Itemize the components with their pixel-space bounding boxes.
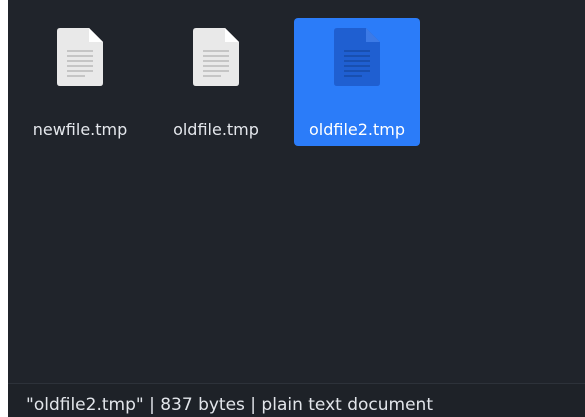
file-item-oldfile[interactable]: oldfile.tmp bbox=[158, 18, 274, 146]
file-name-label: oldfile2.tmp bbox=[308, 120, 406, 139]
status-bar: "oldfile2.tmp" | 837 bytes | plain text … bbox=[8, 383, 585, 417]
text-document-icon bbox=[193, 28, 239, 86]
text-document-icon bbox=[57, 28, 103, 86]
text-document-icon bbox=[334, 28, 380, 86]
status-text: "oldfile2.tmp" | 837 bytes | plain text … bbox=[26, 395, 433, 415]
file-name-label: newfile.tmp bbox=[32, 120, 128, 139]
file-manager-window: newfile.tmp oldfile.tmp oldfile2.tmp "ol… bbox=[8, 0, 585, 417]
file-item-newfile[interactable]: newfile.tmp bbox=[22, 18, 138, 146]
file-name-label: oldfile.tmp bbox=[173, 120, 259, 139]
file-item-oldfile2[interactable]: oldfile2.tmp bbox=[294, 18, 420, 146]
file-view[interactable]: newfile.tmp oldfile.tmp oldfile2.tmp bbox=[8, 0, 585, 383]
